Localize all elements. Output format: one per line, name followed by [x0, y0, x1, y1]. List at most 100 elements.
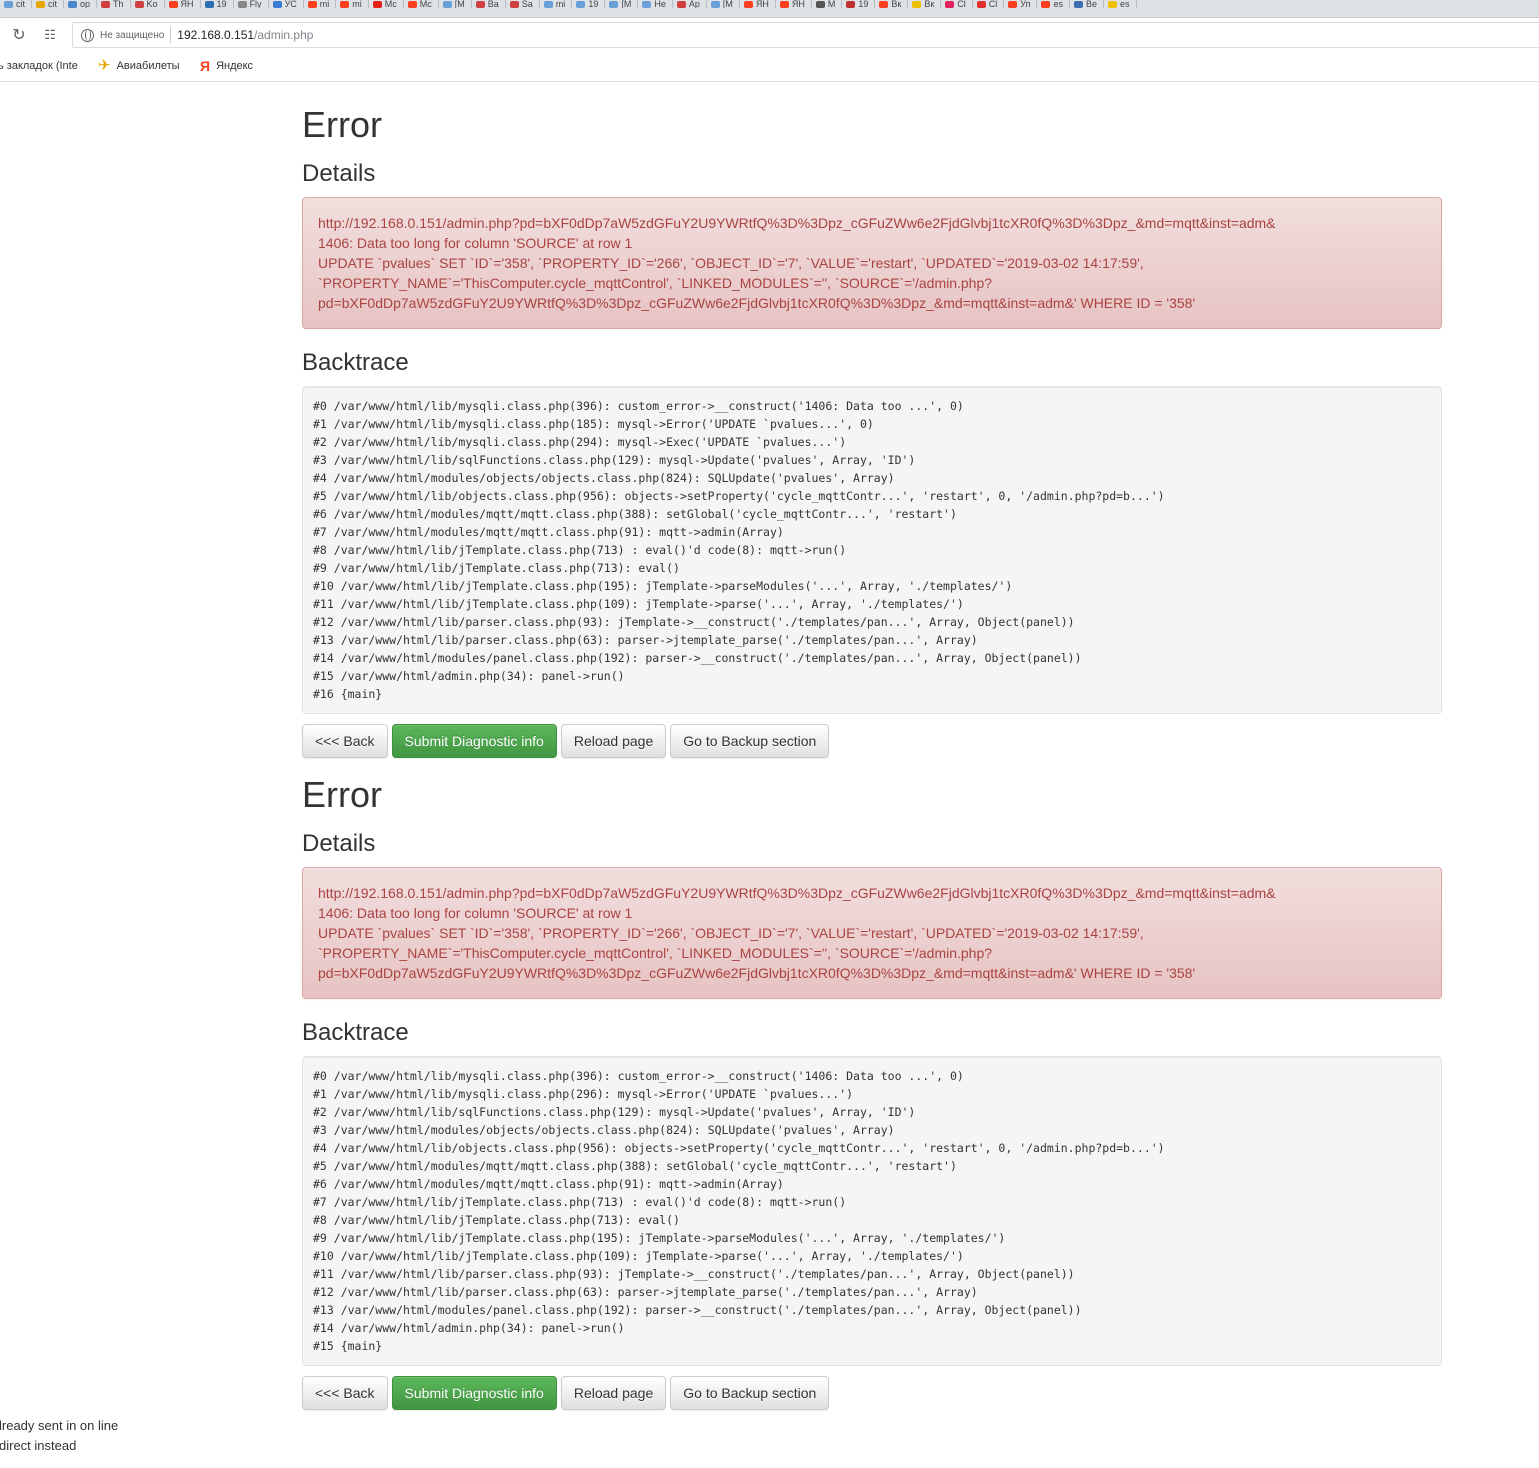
tab-favicon-icon — [237, 0, 247, 8]
browser-tab[interactable]: He — [638, 0, 673, 8]
action-buttons: <<< Back Submit Diagnostic info Reload p… — [302, 724, 1442, 758]
details-line: `PROPERTY_NAME`='ThisComputer.cycle_mqtt… — [318, 945, 993, 961]
tab-label: 19 — [588, 0, 599, 8]
details-heading: Details — [302, 830, 376, 857]
browser-tab[interactable]: Уп — [1004, 0, 1038, 8]
browser-tab[interactable]: cit — [32, 0, 64, 8]
backtrace-line: #14 /var/www/html/admin.php(34): panel->… — [313, 1321, 625, 1335]
reload-page-button[interactable]: Reload page — [560, 1376, 667, 1410]
tab-label: cit — [48, 0, 57, 8]
backtrace-line: #2 /var/www/html/lib/sqlFunctions.class.… — [313, 1105, 916, 1119]
browser-toolbar: ↻ ☷ Не защищено 192.168.0.151/admin.php — [0, 18, 1539, 52]
backtrace-line: #13 /var/www/html/modules/panel.class.ph… — [313, 1303, 1082, 1317]
tab-label: Ba — [487, 0, 499, 8]
browser-tab[interactable]: Cl — [941, 0, 973, 8]
browser-tab[interactable]: Be — [1070, 0, 1104, 8]
backtrace-line: #16 {main} — [313, 687, 383, 701]
tab-favicon-icon — [442, 0, 452, 8]
backtrace-line: #8 /var/www/html/lib/jTemplate.class.php… — [313, 543, 847, 557]
backtrace-line: #4 /var/www/html/modules/objects/objects… — [313, 471, 895, 485]
address-bar[interactable]: Не защищено 192.168.0.151/admin.php — [72, 22, 1539, 48]
browser-tab[interactable]: ЯН — [165, 0, 201, 8]
browser-tab[interactable]: op — [64, 0, 98, 8]
tab-strip: cit cit op Th Ko ЯН 19 Fly УС mi mi Mc Mc [M Ba Sa mi 19 [… — [0, 0, 1539, 18]
backup-section-button[interactable]: Go to Backup section — [670, 1376, 830, 1410]
browser-tab[interactable]: 19 — [572, 0, 606, 8]
tab-label: He — [654, 0, 666, 8]
browser-tab[interactable]: mi — [304, 0, 337, 8]
browser-tab[interactable]: ЯН — [776, 0, 812, 8]
tab-favicon-icon — [168, 0, 178, 8]
tab-favicon-icon — [272, 0, 282, 8]
php-warning-text: lready sent in on line direct instead — [0, 1416, 118, 1456]
browser-tab[interactable]: [M — [439, 0, 472, 8]
backtrace-line: #3 /var/www/html/lib/sqlFunctions.class.… — [313, 453, 916, 467]
back-button[interactable]: <<< Back — [302, 1376, 388, 1410]
details-line: http://192.168.0.151/admin.php?pd=bXF0dD… — [318, 885, 1276, 901]
browser-tab[interactable]: УС — [269, 0, 304, 8]
tab-favicon-icon — [743, 0, 753, 8]
tab-favicon-icon — [976, 0, 986, 8]
tab-favicon-icon — [307, 0, 317, 8]
bookmark-yandex[interactable]: Я Яндекс — [200, 59, 254, 73]
browser-tab[interactable]: [M — [605, 0, 639, 8]
browser-tab[interactable]: es — [1037, 0, 1070, 8]
page-content: Error Details http://192.168.0.151/admin… — [302, 82, 1442, 1410]
tab-label: es — [1053, 0, 1063, 8]
browser-tab[interactable]: 19 — [201, 0, 234, 8]
details-line: pd=bXF0dDp7aW5zdGFuY2U9YWRtfQ%3D%3Dpz_cG… — [318, 295, 1196, 311]
tab-label: Cl — [988, 0, 998, 8]
tab-label: ЯН — [755, 0, 769, 8]
tab-favicon-icon — [36, 0, 45, 8]
browser-tab[interactable]: M — [812, 0, 843, 8]
tab-favicon-icon — [676, 0, 686, 8]
bookmark-label: Яндекс — [216, 60, 254, 72]
browser-tab[interactable]: Ap — [673, 0, 707, 8]
submit-diagnostic-button[interactable]: Submit Diagnostic info — [391, 724, 557, 758]
backtrace-line: #13 /var/www/html/lib/parser.class.php(6… — [313, 633, 978, 647]
browser-tab[interactable]: mi — [336, 0, 369, 8]
browser-tab[interactable]: Вк — [908, 0, 942, 8]
tab-favicon-icon — [945, 0, 955, 8]
bookmarks-bar: ь закладок (Inte ✈ Авиабилеты Я Яндекс — [0, 52, 1539, 82]
reload-page-button[interactable]: Reload page — [560, 724, 667, 758]
browser-tab[interactable]: Mc — [404, 0, 439, 8]
backtrace-line: #12 /var/www/html/lib/parser.class.php(9… — [313, 615, 1075, 629]
browser-tab[interactable]: Ko — [131, 0, 165, 8]
reload-icon[interactable]: ↻ — [8, 24, 30, 46]
browser-tab[interactable]: Th — [97, 0, 131, 8]
browser-tab[interactable]: [M — [707, 0, 740, 8]
tab-favicon-icon — [204, 0, 214, 8]
bookmark-folder-truncated[interactable]: ь закладок (Inte — [0, 60, 78, 72]
browser-tab[interactable]: Ba — [472, 0, 506, 8]
tab-label: Вк — [891, 0, 902, 8]
tab-label: Mc — [384, 0, 397, 8]
backtrace-line: #4 /var/www/html/lib/objects.class.php(9… — [313, 1141, 1165, 1155]
tab-label: [M — [621, 0, 632, 8]
backtrace-line: #11 /var/www/html/lib/parser.class.php(9… — [313, 1267, 1075, 1281]
browser-tab[interactable]: cit — [0, 0, 32, 8]
browser-tab[interactable]: Fly — [234, 0, 269, 8]
browser-tab[interactable]: Mc — [369, 0, 404, 8]
browser-tab[interactable]: ЯН — [740, 0, 776, 8]
tab-label: Ko — [146, 0, 158, 8]
not-secure-label: Не защищено — [100, 29, 165, 41]
backup-section-button[interactable]: Go to Backup section — [670, 724, 830, 758]
back-button[interactable]: <<< Back — [302, 724, 388, 758]
details-line: UPDATE `pvalues` SET `ID`='358', `PROPER… — [318, 925, 1144, 941]
bookmark-avia[interactable]: ✈ Авиабилеты — [98, 58, 180, 73]
tab-favicon-icon — [4, 0, 13, 8]
submit-diagnostic-button[interactable]: Submit Diagnostic info — [391, 1376, 557, 1410]
browser-tab[interactable]: Sa — [506, 0, 540, 8]
tab-favicon-icon — [912, 0, 922, 8]
browser-tab[interactable]: es — [1104, 0, 1137, 8]
browser-tab[interactable]: 19 — [842, 0, 876, 8]
apps-grid-icon[interactable]: ☷ — [39, 24, 61, 46]
tab-label: Fly — [249, 0, 262, 8]
browser-tab[interactable]: mi — [540, 0, 573, 8]
backtrace-heading: Backtrace — [302, 1019, 409, 1046]
address-divider — [170, 27, 172, 43]
browser-tab[interactable]: Cl — [973, 0, 1005, 8]
browser-tab[interactable]: Вк — [875, 0, 909, 8]
backtrace-line: #7 /var/www/html/modules/mqtt/mqtt.class… — [313, 525, 784, 539]
